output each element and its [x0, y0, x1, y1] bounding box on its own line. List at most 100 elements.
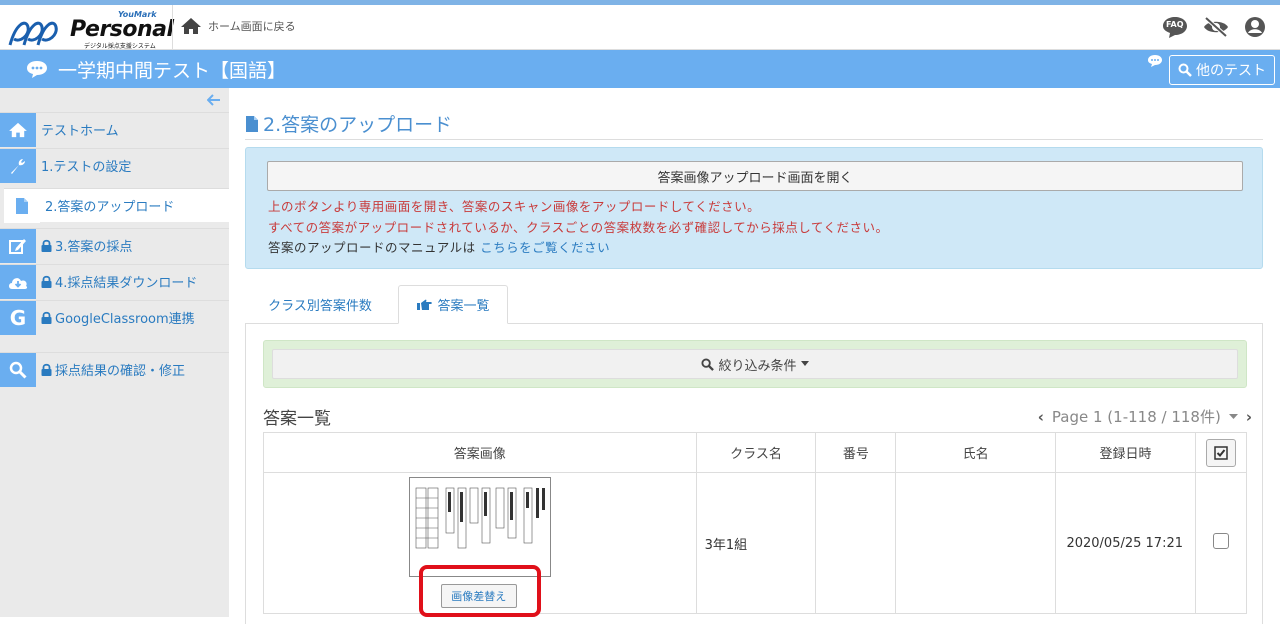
- test-title: 一学期中間テスト【国語】: [58, 60, 287, 82]
- table-header-row: 答案画像 クラス名 番号 氏名 登録日時: [263, 432, 1247, 473]
- test-titlebar: 一学期中間テスト【国語】 他のテスト: [0, 50, 1280, 88]
- logo-subtitle: デジタル採点支援システム: [84, 43, 156, 50]
- upload-info-panel: 答案画像アップロード画面を開く 上のボタンより専用画面を開き、答案のスキャン画像…: [245, 147, 1263, 269]
- collapse-sidebar-icon[interactable]: [207, 94, 221, 106]
- col-registered-at[interactable]: 登録日時: [1055, 432, 1196, 473]
- user-icon[interactable]: [1244, 16, 1266, 38]
- sidebar: テストホーム 1.テストの設定 2.答案のアップロード 3.答案の採点 4.採点…: [0, 88, 229, 617]
- header-icons: FAQ: [1162, 15, 1266, 39]
- next-page-icon[interactable]: ›: [1246, 408, 1252, 426]
- sidebar-icon-box: G: [0, 300, 36, 335]
- tab-class-counts[interactable]: クラス別答案件数: [245, 285, 395, 324]
- sidebar-item-label: 1.テストの設定: [41, 160, 132, 175]
- section-title-text: 2.答案のアップロード: [263, 114, 453, 136]
- manual-link[interactable]: こちらをご覧ください: [480, 240, 610, 255]
- answer-thumbnail[interactable]: [408, 477, 551, 577]
- manual-text: 答案のアップロードのマニュアルは こちらをご覧ください: [268, 237, 610, 256]
- sidebar-item-review[interactable]: 採点結果の確認・修正: [0, 352, 229, 387]
- tab-answer-list[interactable]: 答案一覧: [398, 285, 508, 324]
- sidebar-item-grading[interactable]: 3.答案の採点: [0, 228, 229, 263]
- col-class-name[interactable]: クラス名: [695, 432, 817, 473]
- sidebar-item-download[interactable]: 4.採点結果ダウンロード: [0, 264, 229, 299]
- select-cell: [1195, 472, 1247, 614]
- caret-down-icon: [800, 361, 809, 366]
- search-icon: [701, 357, 715, 371]
- sidebar-icon-box: [4, 188, 40, 223]
- home-link[interactable]: ホーム画面に戻る: [180, 17, 296, 35]
- pager: ‹ Page 1 (1-118 / 118件) ›: [1038, 406, 1252, 427]
- open-upload-screen-button[interactable]: 答案画像アップロード画面を開く: [267, 161, 1243, 191]
- col-select-all: [1195, 432, 1247, 473]
- other-test-label: 他のテスト: [1196, 63, 1266, 79]
- home-link-label: ホーム画面に戻る: [208, 20, 296, 33]
- sidebar-item-text: 4.採点結果ダウンロード: [55, 276, 198, 291]
- logo-brand: Personal: [70, 17, 174, 42]
- faq-icon-label: FAQ: [1166, 20, 1184, 29]
- other-test-button[interactable]: 他のテスト: [1169, 55, 1275, 85]
- caret-down-icon[interactable]: [1228, 413, 1238, 420]
- filter-label: 絞り込み条件: [718, 358, 797, 374]
- select-all-button[interactable]: [1206, 438, 1236, 467]
- section-title: 2.答案のアップロード: [245, 108, 1263, 140]
- search-icon: [9, 361, 27, 379]
- lock-icon: [41, 275, 52, 288]
- manual-prefix: 答案のアップロードのマニュアルは: [268, 240, 476, 255]
- table-row: 画像差替え 3年1組 2020/05/25 17:21: [263, 472, 1247, 614]
- pointing-hand-icon: [417, 299, 433, 310]
- google-icon: G: [9, 305, 27, 330]
- list-title: 答案一覧: [263, 409, 331, 429]
- comment-icon[interactable]: [1147, 54, 1163, 68]
- row-checkbox[interactable]: [1213, 533, 1229, 549]
- filter-panel: 絞り込み条件: [263, 340, 1247, 388]
- file-icon: [16, 197, 28, 214]
- sidebar-item-test-home[interactable]: テストホーム: [0, 112, 229, 147]
- chat-icon: [27, 61, 47, 78]
- col-number[interactable]: 番号: [815, 432, 897, 473]
- answer-list-panel: 絞り込み条件 答案一覧 ‹ Page 1 (1-118 / 118件) › 答案…: [245, 324, 1263, 624]
- search-icon: [1178, 63, 1192, 77]
- faq-icon[interactable]: FAQ: [1162, 15, 1188, 39]
- sidebar-item-text: 採点結果の確認・修正: [55, 364, 186, 379]
- sidebar-item-google-classroom[interactable]: G GoogleClassroom連携: [0, 300, 229, 335]
- home-icon: [9, 122, 27, 137]
- sidebar-icon-box: [0, 148, 36, 183]
- tab-bar: クラス別答案件数 答案一覧: [245, 285, 1263, 324]
- sidebar-item-test-settings[interactable]: 1.テストの設定: [0, 148, 229, 183]
- edit-icon: [9, 238, 26, 254]
- sidebar-item-label: テストホーム: [41, 124, 119, 139]
- cloud-download-icon: [9, 277, 28, 289]
- sidebar-item-label: GoogleClassroom連携: [41, 308, 195, 327]
- answer-sheet-image: [415, 487, 545, 549]
- sidebar-item-label: 採点結果の確認・修正: [41, 360, 185, 379]
- page-indicator[interactable]: Page 1 (1-118 / 118件): [1052, 406, 1221, 427]
- prev-page-icon[interactable]: ‹: [1038, 408, 1044, 426]
- number-cell: [815, 472, 897, 614]
- sidebar-icon-box: [0, 264, 36, 299]
- lock-icon: [41, 363, 52, 376]
- col-answer-image[interactable]: 答案画像: [263, 432, 697, 473]
- sidebar-item-label: 2.答案のアップロード: [45, 200, 175, 215]
- filter-toggle-button[interactable]: 絞り込み条件: [272, 349, 1238, 379]
- highlight-box: [419, 565, 541, 617]
- tab-answer-list-label: 答案一覧: [437, 299, 490, 314]
- sidebar-item-label: 3.答案の採点: [41, 236, 132, 255]
- app-header: YouMark Personal デジタル採点支援システム ホーム画面に戻る F…: [0, 5, 1280, 50]
- logo[interactable]: YouMark Personal デジタル採点支援システム: [6, 9, 174, 50]
- col-name[interactable]: 氏名: [895, 432, 1057, 473]
- file-icon: [246, 115, 258, 132]
- sidebar-item-text: 3.答案の採点: [55, 240, 133, 255]
- registered-at-cell: 2020/05/25 17:21: [1055, 472, 1196, 614]
- sidebar-icon-box: [0, 112, 36, 147]
- upload-notice-2: すべての答案がアップロードされているか、クラスごとの答案枚数を必ず確認してから採…: [268, 220, 889, 235]
- check-square-icon: [1214, 445, 1228, 460]
- name-cell: [895, 472, 1057, 614]
- lock-icon: [41, 311, 52, 324]
- sidebar-item-upload[interactable]: 2.答案のアップロード: [4, 188, 229, 223]
- sidebar-item-label: 4.採点結果ダウンロード: [41, 272, 197, 291]
- home-icon: [181, 18, 201, 34]
- sidebar-item-text: GoogleClassroom連携: [55, 312, 195, 327]
- eye-off-icon[interactable]: [1202, 16, 1230, 38]
- lock-icon: [41, 239, 52, 252]
- sidebar-icon-box: [0, 228, 36, 263]
- header-divider: [172, 5, 173, 49]
